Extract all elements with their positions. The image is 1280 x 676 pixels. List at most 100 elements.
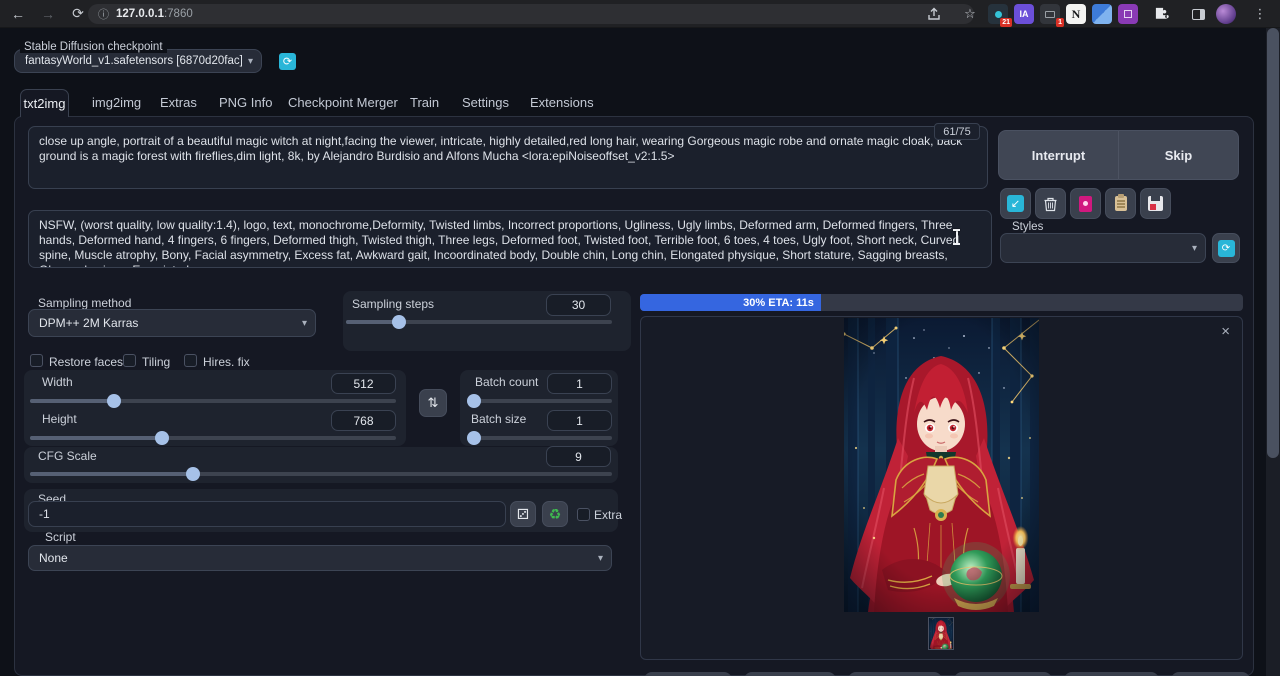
swap-icon: ⇅ — [428, 395, 439, 411]
site-info-icon[interactable]: ⓘ — [98, 6, 109, 22]
save-style-button[interactable] — [1140, 188, 1171, 219]
apply-styles-button[interactable] — [1105, 188, 1136, 219]
tab-extras[interactable]: Extras — [160, 95, 197, 110]
forward-icon[interactable]: → — [36, 3, 60, 25]
slider-handle[interactable] — [467, 431, 481, 445]
browser-window: ← → ⟳ ⓘ 127.0.0.1 :7860 ☆ 21 IA 1 N — [0, 0, 1280, 676]
sampling-steps-slider[interactable] — [346, 315, 612, 329]
cfg-scale-label: CFG Scale — [38, 449, 97, 463]
tab-settings[interactable]: Settings — [462, 95, 509, 110]
extension-office-icon[interactable] — [1118, 4, 1138, 24]
close-icon[interactable]: × — [1221, 325, 1230, 339]
styles-refresh-button[interactable]: ⟳ — [1212, 233, 1240, 263]
extensions-puzzle-icon[interactable] — [1150, 3, 1174, 25]
paste-generation-params-button[interactable]: ↙ — [1000, 188, 1031, 219]
width-label: Width — [42, 375, 73, 389]
trash-icon — [1043, 196, 1058, 212]
swap-dimensions-button[interactable]: ⇅ — [419, 389, 447, 417]
extension-capture-icon[interactable]: 1 — [1040, 4, 1060, 24]
seed-input[interactable]: -1 — [28, 501, 506, 527]
chevron-down-icon: ▾ — [1192, 243, 1197, 254]
tab-txt2img[interactable]: txt2img — [20, 89, 69, 117]
send-to-inpaint-button[interactable] — [1064, 672, 1159, 676]
hires-fix-label: Hires. fix — [203, 355, 250, 369]
interrupt-button[interactable]: Interrupt — [998, 130, 1119, 180]
styles-dropdown[interactable]: ▾ — [1000, 233, 1206, 263]
send-to-img2img-button[interactable] — [954, 672, 1052, 676]
tab-img2img[interactable]: img2img — [92, 95, 141, 110]
address-bar[interactable]: ⓘ 127.0.0.1 :7860 — [88, 4, 974, 24]
extension-pin-icon[interactable]: 21 — [988, 4, 1008, 24]
zip-button[interactable] — [848, 672, 942, 676]
cfg-scale-input[interactable]: 9 — [546, 446, 611, 467]
skip-button[interactable]: Skip — [1119, 130, 1239, 180]
bookmark-star-icon[interactable]: ☆ — [958, 3, 982, 25]
browser-menu-icon[interactable]: ⋮ — [1248, 3, 1272, 25]
reuse-seed-button[interactable]: ♻ — [542, 501, 568, 527]
generated-image-preview[interactable] — [844, 318, 1039, 612]
side-panel-icon[interactable] — [1186, 3, 1210, 25]
batch-count-input[interactable]: 1 — [547, 373, 612, 394]
token-counter: 61/75 — [934, 123, 980, 140]
slider-handle[interactable] — [392, 315, 406, 329]
tiling-checkbox[interactable] — [123, 354, 136, 367]
extension-ia-icon[interactable]: IA — [1014, 4, 1034, 24]
extra-networks-button[interactable] — [1070, 188, 1101, 219]
save-button[interactable] — [744, 672, 836, 676]
slider-handle[interactable] — [467, 394, 481, 408]
cfg-scale-slider[interactable] — [30, 467, 612, 481]
profile-avatar[interactable] — [1216, 4, 1236, 24]
dice-icon: ⚂ — [517, 506, 529, 523]
sampling-method-label: Sampling method — [38, 296, 131, 310]
slider-handle[interactable] — [155, 431, 169, 445]
open-folder-button[interactable] — [644, 672, 732, 676]
sampling-steps-label: Sampling steps — [352, 297, 434, 311]
recycle-icon: ♻ — [549, 506, 562, 523]
share-icon[interactable] — [922, 3, 946, 25]
extension-blue-icon[interactable] — [1092, 4, 1112, 24]
extra-seed-checkbox[interactable] — [577, 508, 590, 521]
chevron-down-icon: ▾ — [598, 553, 603, 564]
slider-handle[interactable] — [186, 467, 200, 481]
progress-fill: 30% ETA: 11s — [640, 294, 821, 311]
chevron-down-icon: ▾ — [302, 318, 307, 329]
progress-bar: 30% ETA: 11s — [640, 294, 1243, 311]
slider-handle[interactable] — [107, 394, 121, 408]
random-seed-button[interactable]: ⚂ — [510, 501, 536, 527]
floppy-disk-icon — [1148, 196, 1163, 211]
batch-count-slider[interactable] — [468, 394, 612, 408]
back-icon[interactable]: ← — [6, 3, 30, 25]
clear-prompt-button[interactable] — [1035, 188, 1066, 219]
chevron-down-icon: ▾ — [248, 56, 253, 67]
width-input[interactable]: 512 — [331, 373, 396, 394]
width-slider[interactable] — [30, 394, 396, 408]
negative-prompt-input[interactable]: NSFW, (worst quality, low quality:1.4), … — [28, 210, 992, 268]
refresh-icon: ⟳ — [1218, 240, 1235, 257]
tab-extensions[interactable]: Extensions — [530, 95, 594, 110]
scrollbar-thumb[interactable] — [1267, 28, 1279, 458]
checkpoint-refresh-button[interactable]: ⟳ — [279, 53, 296, 70]
prompt-input[interactable]: close up angle, portrait of a beautiful … — [28, 126, 988, 189]
tab-train[interactable]: Train — [410, 95, 439, 110]
restore-faces-checkbox[interactable] — [30, 354, 43, 367]
batch-size-label: Batch size — [471, 412, 526, 426]
script-dropdown[interactable]: None ▾ — [28, 545, 612, 571]
batch-size-slider[interactable] — [468, 431, 612, 445]
sampling-method-dropdown[interactable]: DPM++ 2M Karras ▾ — [28, 309, 316, 337]
tiling-label: Tiling — [142, 355, 170, 369]
styles-label: Styles — [1008, 221, 1047, 233]
height-slider[interactable] — [30, 431, 396, 445]
height-input[interactable]: 768 — [331, 410, 396, 431]
page-scrollbar[interactable] — [1266, 28, 1280, 676]
hires-fix-checkbox[interactable] — [184, 354, 197, 367]
gallery-thumbnail[interactable] — [928, 617, 954, 650]
tab-checkpoint-merger[interactable]: Checkpoint Merger — [288, 95, 398, 110]
send-to-extras-button[interactable] — [1171, 672, 1250, 676]
batch-size-input[interactable]: 1 — [547, 410, 612, 431]
extension-notion-icon[interactable]: N — [1066, 4, 1086, 24]
tab-png-info[interactable]: PNG Info — [219, 95, 272, 110]
url-port: :7860 — [164, 8, 193, 20]
reload-icon[interactable]: ⟳ — [66, 3, 90, 25]
sampling-steps-input[interactable]: 30 — [546, 294, 611, 316]
restore-faces-label: Restore faces — [49, 355, 123, 369]
